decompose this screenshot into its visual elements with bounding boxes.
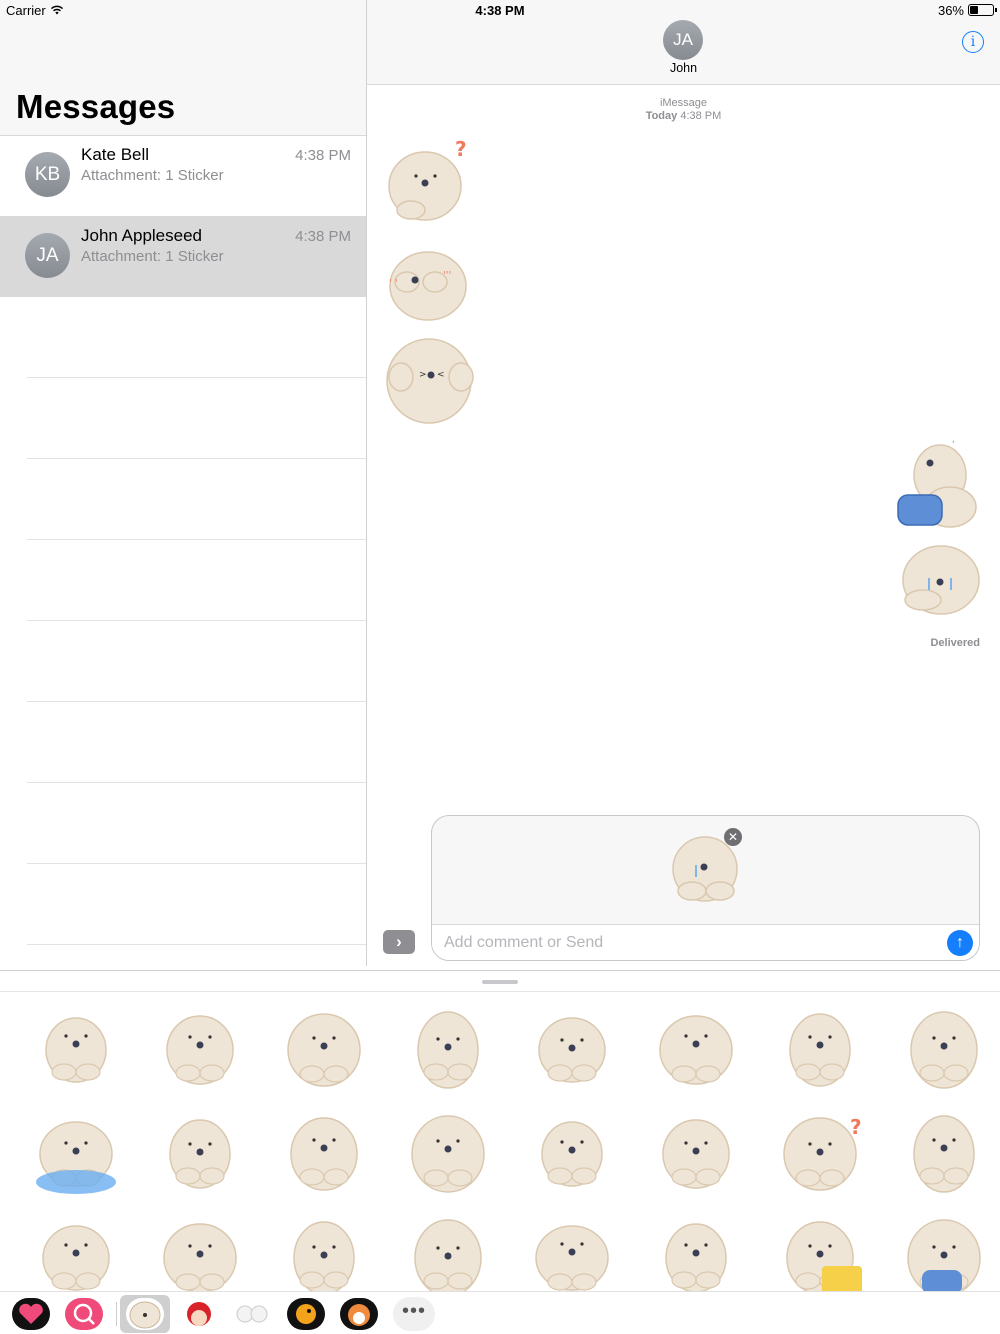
- sticker-bear-holding-letter[interactable]: [386, 1000, 510, 1108]
- conversation-name: John Appleseed: [81, 226, 202, 245]
- empty-row-separator: [27, 539, 366, 540]
- sticker-drawer: ? •••: [0, 970, 1000, 1334]
- sticker-bear-pouting[interactable]: [386, 1208, 510, 1292]
- conversation-list-pane: Messages KB Kate Bell Attachment: 1 Stic…: [0, 0, 366, 966]
- svg-text:?: ?: [455, 138, 467, 161]
- empty-row-separator: [27, 458, 366, 459]
- sticker-bear-hand-chin[interactable]: [758, 1000, 882, 1108]
- bear-app-icon[interactable]: [120, 1295, 170, 1333]
- sticker-bear-peeking-corner[interactable]: [510, 1104, 634, 1212]
- sticker-bear-with-cake[interactable]: [758, 1208, 882, 1292]
- conversation-preview: Attachment: 1 Sticker: [81, 248, 224, 265]
- sticker-bear-sitting[interactable]: [14, 1000, 138, 1108]
- battery-icon: [968, 4, 997, 16]
- sticker-bear-hugging[interactable]: [634, 1208, 758, 1292]
- svg-text:>: >: [419, 370, 427, 380]
- sent-sticker-bear-with-blue-pillow[interactable]: ': [890, 435, 982, 535]
- heart-app-icon[interactable]: [10, 1296, 52, 1332]
- conversation-time: 4:38 PM: [295, 147, 351, 164]
- comment-input[interactable]: Add comment or Send ↑: [432, 925, 979, 960]
- sticker-bear-shy[interactable]: [138, 1208, 262, 1292]
- app-strip: •••: [0, 1291, 1000, 1334]
- svg-text:?: ?: [850, 1115, 862, 1139]
- timestamp-time: 4:38 PM: [680, 110, 722, 122]
- svg-text:' ': ' ': [389, 278, 398, 289]
- sticker-bear-thinking[interactable]: [138, 1000, 262, 1108]
- sticker-grid: ?: [0, 992, 1000, 1292]
- app-strip-separator: [116, 1302, 117, 1326]
- sticker-bear-looking-up[interactable]: [14, 1208, 138, 1292]
- delivery-status: Delivered: [930, 637, 980, 649]
- girl-app-icon[interactable]: [178, 1296, 220, 1332]
- empty-row-separator: [27, 782, 366, 783]
- sent-sticker-bear-crying[interactable]: [895, 540, 985, 625]
- sticker-bear-happy-arms[interactable]: [510, 1208, 634, 1292]
- sticker-bear-waiting[interactable]: [262, 1208, 386, 1292]
- empty-row-separator: [27, 620, 366, 621]
- avatar: KB: [25, 152, 70, 197]
- sticker-bear-blushing[interactable]: [634, 1104, 758, 1212]
- search-app-icon[interactable]: [63, 1296, 105, 1332]
- sticker-bear-angry-mark[interactable]: [510, 1000, 634, 1108]
- status-bar: Carrier 4:38 PM 36%: [0, 0, 1000, 22]
- hamster-app-icon[interactable]: [338, 1296, 380, 1332]
- contact-name[interactable]: John: [367, 61, 1000, 75]
- timestamp-day: Today: [645, 110, 678, 122]
- avatar: JA: [25, 233, 70, 278]
- conversation-preview: Attachment: 1 Sticker: [81, 167, 224, 184]
- received-sticker-bear-question[interactable]: ?: [383, 137, 473, 233]
- sticker-bear-lying-down[interactable]: [262, 1104, 386, 1212]
- clock: 4:38 PM: [475, 3, 525, 18]
- more-apps-icon[interactable]: •••: [393, 1297, 435, 1331]
- received-sticker-bear-hands-on-cheeks[interactable]: > <: [383, 333, 478, 433]
- bird-app-icon[interactable]: [285, 1296, 327, 1332]
- received-sticker-bear-covering-face[interactable]: ' ' ''': [383, 238, 473, 333]
- sticker-bear-in-puddle[interactable]: [14, 1104, 138, 1212]
- contact-avatar[interactable]: JA: [663, 20, 703, 60]
- conversation-row-kate-bell[interactable]: KB Kate Bell Attachment: 1 Sticker 4:38 …: [0, 135, 366, 216]
- conversation-name: Kate Bell: [81, 145, 150, 164]
- send-button[interactable]: ↑: [947, 930, 973, 956]
- sticker-bear-covering-face[interactable]: [262, 1000, 386, 1108]
- remove-attachment-button[interactable]: ✕: [724, 828, 742, 846]
- sticker-bear-with-blue-pillow[interactable]: [882, 1208, 1000, 1292]
- message-timestamp: iMessage Today 4:38 PM: [367, 97, 1000, 123]
- sticker-bear-surprised[interactable]: [386, 1104, 510, 1212]
- expand-apps-button[interactable]: ›: [383, 930, 415, 954]
- pane-divider: [366, 0, 367, 966]
- empty-row-separator: [27, 863, 366, 864]
- info-icon[interactable]: i: [962, 31, 984, 53]
- conversation-time: 4:38 PM: [295, 228, 351, 245]
- svg-text:': ': [952, 440, 954, 450]
- sheep-app-icon[interactable]: [231, 1296, 273, 1332]
- conversation-row-john-appleseed[interactable]: JA John Appleseed Attachment: 1 Sticker …: [0, 216, 366, 297]
- page-title: Messages: [16, 88, 176, 125]
- sticker-bear-standing-hide[interactable]: [634, 1000, 758, 1108]
- empty-row-separator: [27, 944, 366, 945]
- empty-row-separator: [27, 701, 366, 702]
- sticker-bear-peeking[interactable]: [882, 1000, 1000, 1108]
- svg-text:<: <: [437, 370, 445, 380]
- sticker-bear-question[interactable]: ?: [758, 1104, 882, 1212]
- sticker-bear-sad[interactable]: [882, 1104, 1000, 1212]
- service-label: iMessage: [659, 97, 708, 109]
- empty-row-separator: [27, 377, 366, 378]
- svg-text:''': ''': [443, 270, 451, 281]
- drawer-grabber[interactable]: [482, 980, 518, 984]
- compose-box: ✕ Add comment or Send ↑: [431, 815, 980, 961]
- sticker-bear-cheering[interactable]: [138, 1104, 262, 1212]
- battery-percent: 36%: [937, 3, 964, 18]
- messages-app: Carrier 4:38 PM 36% Messages KB Kate Bel…: [0, 0, 1000, 1334]
- comment-placeholder: Add comment or Send: [444, 934, 604, 951]
